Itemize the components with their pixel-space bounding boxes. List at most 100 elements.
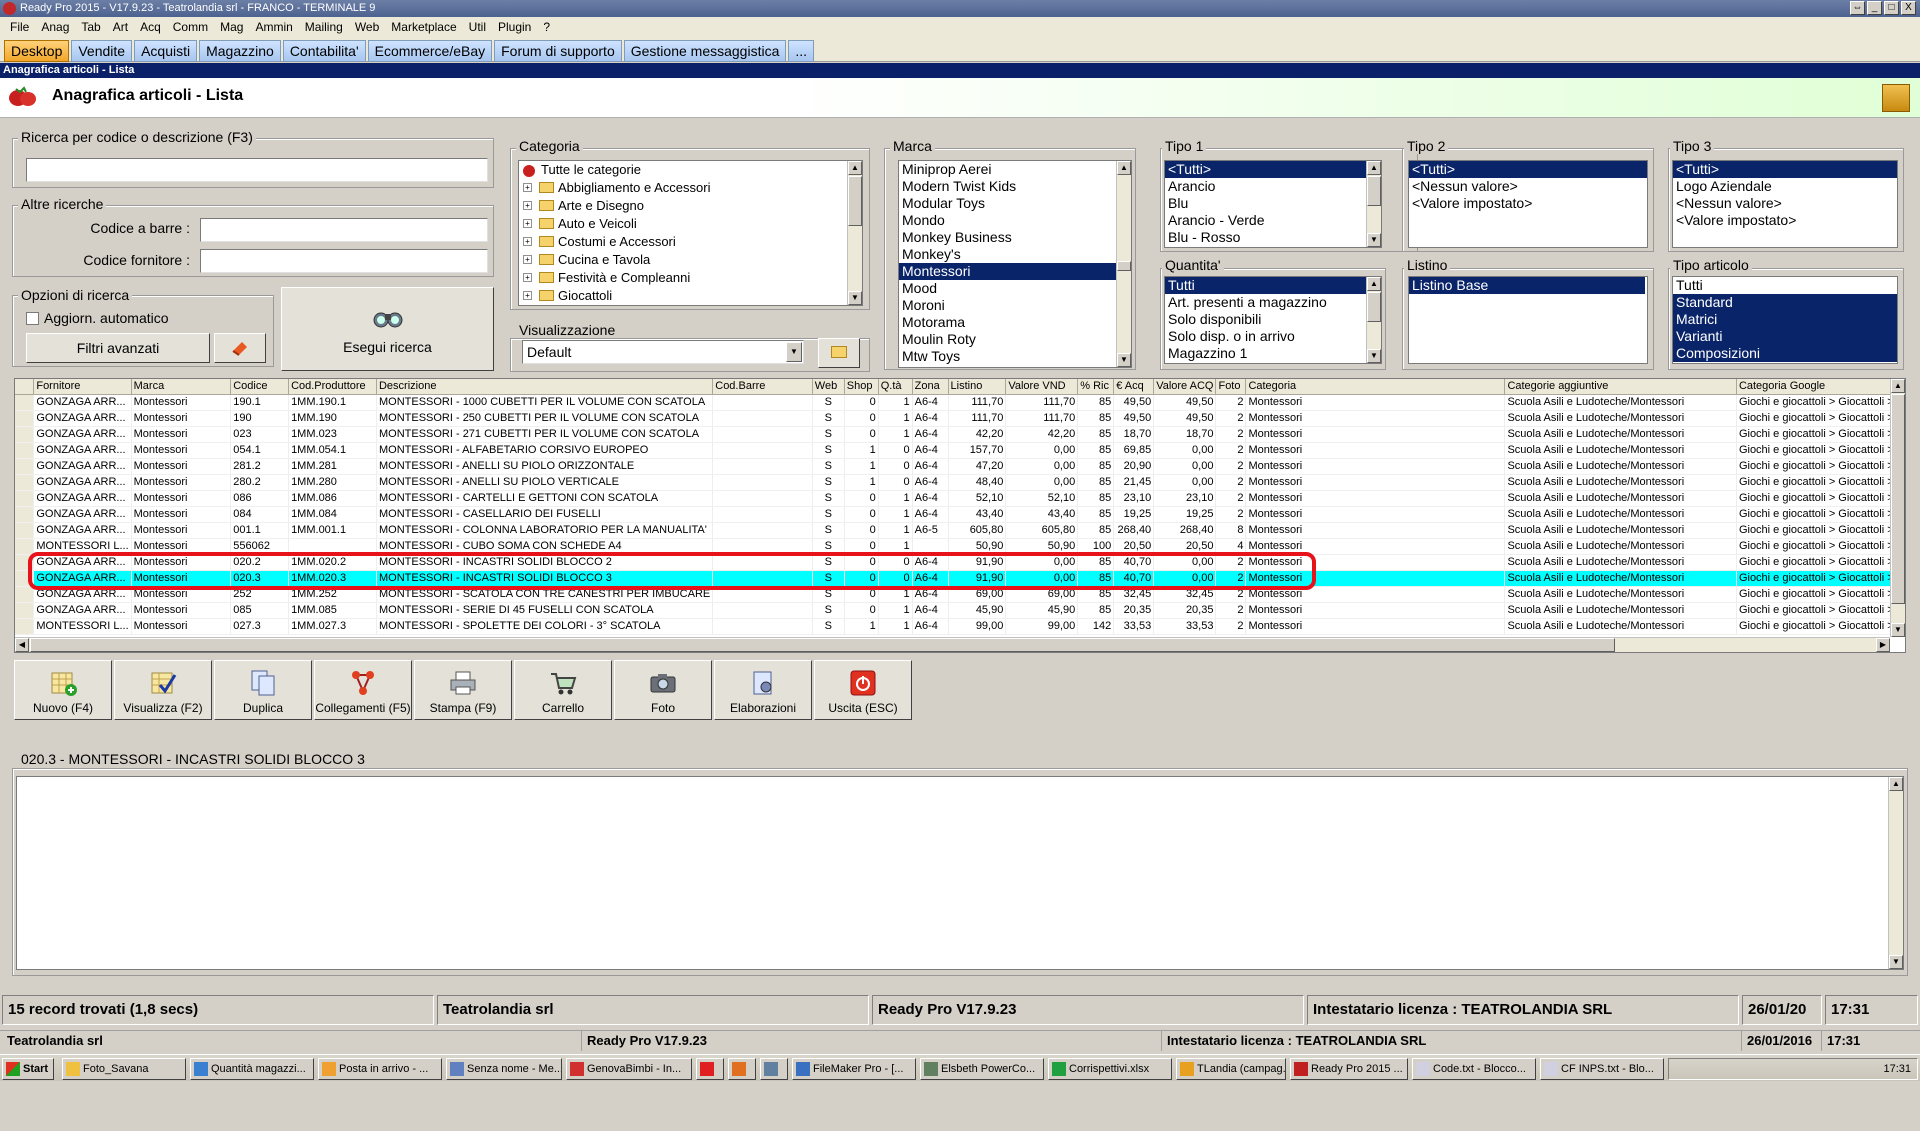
table-row[interactable]: GONZAGA ARR... Montessori 023 1MM.023 MONTES… <box>15 426 1905 443</box>
expand-icon[interactable]: + <box>523 183 532 192</box>
photo-button[interactable]: Foto <box>614 660 712 720</box>
list-item-selected[interactable]: Varianti <box>1673 328 1897 345</box>
view-select[interactable]: Default ▼ <box>522 340 804 364</box>
list-item[interactable]: Blu <box>1165 195 1381 212</box>
column-header[interactable]: Categoria Google <box>1736 379 1905 395</box>
scroll-down-icon[interactable]: ▼ <box>848 291 862 305</box>
open-view-button[interactable] <box>818 338 860 368</box>
column-header[interactable]: Fornitore <box>33 379 132 395</box>
row-indicator[interactable] <box>15 570 35 587</box>
type2-list[interactable]: <Tutti> <Nessun valore> <Valore impostat… <box>1408 160 1648 248</box>
item-type-list[interactable]: Tutti Standard Matrici Varianti Composiz… <box>1672 276 1898 364</box>
taskbar-item[interactable]: Quantità magazzi... <box>190 1058 314 1080</box>
row-indicator[interactable] <box>15 394 35 411</box>
menu-web[interactable]: Web <box>349 17 385 37</box>
articles-grid[interactable]: Fornitore Marca Codice Cod.Produttore Descri… <box>14 378 1906 653</box>
brand-scrollbar[interactable]: ▲ ▼ <box>1116 161 1131 367</box>
tree-item-all[interactable]: Tutte le categorie <box>519 161 862 179</box>
table-row[interactable]: GONZAGA ARR... Montessori 085 1MM.085 MONTES… <box>15 602 1905 619</box>
row-indicator[interactable] <box>15 410 35 427</box>
table-row[interactable]: GONZAGA ARR... Montessori 001.1 1MM.001.1 MO… <box>15 522 1905 539</box>
scroll-up-icon[interactable]: ▲ <box>1889 777 1903 791</box>
tree-item-category[interactable]: + Arte e Disegno <box>519 197 862 215</box>
tree-item-category[interactable]: + Abbigliamento e Accessori <box>519 179 862 197</box>
menu-tab[interactable]: Tab <box>75 17 106 37</box>
list-item-selected[interactable]: Listino Base <box>1409 277 1645 294</box>
scroll-thumb[interactable] <box>1891 394 1905 604</box>
column-header[interactable]: Categoria <box>1245 379 1506 395</box>
close-button[interactable]: X <box>1901 1 1916 15</box>
tab-vendite[interactable]: Vendite <box>71 40 133 62</box>
menu-marketplace[interactable]: Marketplace <box>385 17 462 37</box>
minimize-button[interactable]: _ <box>1867 1 1882 15</box>
pricelist-list[interactable]: Listino Base <box>1408 276 1648 364</box>
table-row[interactable]: GONZAGA ARR... Montessori 020.2 1MM.020.2 MO… <box>15 554 1905 571</box>
table-row[interactable]: GONZAGA ARR... Montessori 190.1 1MM.190.1 MO… <box>15 394 1905 411</box>
row-indicator[interactable] <box>15 458 35 475</box>
list-item[interactable]: Moroni <box>899 297 1131 314</box>
taskbar-item[interactable] <box>760 1058 788 1080</box>
expand-icon[interactable]: + <box>523 255 532 264</box>
row-indicator[interactable] <box>15 538 35 555</box>
new-button[interactable]: Nuovo (F4) <box>14 660 112 720</box>
quantity-scrollbar[interactable]: ▲ ▼ <box>1366 277 1381 363</box>
scroll-thumb[interactable] <box>848 176 862 226</box>
clear-filters-button[interactable] <box>214 333 266 363</box>
expand-icon[interactable]: + <box>523 237 532 246</box>
table-row[interactable]: GONZAGA ARR... Montessori 054.1 1MM.054.1 MO… <box>15 442 1905 459</box>
expand-icon[interactable]: + <box>523 273 532 282</box>
table-row[interactable]: GONZAGA ARR... Montessori 280.2 1MM.280 MONT… <box>15 474 1905 491</box>
supplier-code-input[interactable] <box>200 249 488 273</box>
quantity-list[interactable]: Tutti Art. presenti a magazzino Solo dis… <box>1164 276 1382 364</box>
menu-art[interactable]: Art <box>107 17 134 37</box>
tab-magazzino[interactable]: Magazzino <box>199 40 281 62</box>
restore-layout-button[interactable]: ⇔ <box>1850 1 1865 15</box>
taskbar-item[interactable]: Posta in arrivo - ... <box>318 1058 442 1080</box>
scroll-right-icon[interactable]: ▶ <box>1876 638 1890 652</box>
column-header[interactable]: Zona <box>912 379 949 395</box>
list-item-selected[interactable]: <Tutti> <box>1673 161 1897 178</box>
links-button[interactable]: Collegamenti (F5) <box>314 660 412 720</box>
table-row[interactable]: GONZAGA ARR... Montessori 020.3 1MM.020.3 MO… <box>15 570 1905 587</box>
auto-update-checkbox[interactable] <box>26 312 39 325</box>
maximize-button[interactable]: □ <box>1884 1 1899 15</box>
scroll-up-icon[interactable]: ▲ <box>848 161 862 175</box>
chevron-down-icon[interactable]: ▼ <box>786 342 802 362</box>
list-item-selected[interactable]: Standard <box>1673 294 1897 311</box>
detail-scrollbar[interactable]: ▲ ▼ <box>1888 777 1903 969</box>
tab-forum[interactable]: Forum di supporto <box>494 40 622 62</box>
list-item-selected[interactable]: Tutti <box>1165 277 1381 294</box>
table-row[interactable]: GONZAGA ARR... Montessori 086 1MM.086 MONTES… <box>15 490 1905 507</box>
execute-search-button[interactable]: Esegui ricerca <box>281 287 494 371</box>
tree-item-category[interactable]: + Giocattoli <box>519 287 862 305</box>
expand-icon[interactable]: + <box>523 219 532 228</box>
menu-util[interactable]: Util <box>463 17 492 37</box>
scroll-down-icon[interactable]: ▼ <box>1889 955 1903 969</box>
category-scrollbar[interactable]: ▲ ▼ <box>847 161 862 305</box>
column-header[interactable]: Cod.Produttore <box>288 379 377 395</box>
column-header[interactable]: Descrizione <box>376 379 714 395</box>
scroll-up-icon[interactable]: ▲ <box>1117 161 1131 175</box>
list-item[interactable]: Modular Toys <box>899 195 1131 212</box>
type1-scrollbar[interactable]: ▲ ▼ <box>1366 161 1381 247</box>
scroll-thumb[interactable] <box>1367 176 1381 206</box>
column-header[interactable]: € Acq <box>1113 379 1155 395</box>
scroll-up-icon[interactable]: ▲ <box>1367 277 1381 291</box>
menu-ammin[interactable]: Ammin <box>249 17 298 37</box>
table-row[interactable]: GONZAGA ARR... Montessori 190 1MM.190 MONTES… <box>15 410 1905 427</box>
duplicate-button[interactable]: Duplica <box>214 660 312 720</box>
tab-ecommerce[interactable]: Ecommerce/eBay <box>367 40 493 62</box>
scroll-thumb[interactable] <box>1117 261 1131 271</box>
scroll-left-icon[interactable]: ◀ <box>15 638 29 652</box>
processing-button[interactable]: Elaborazioni <box>714 660 812 720</box>
grid-vertical-scrollbar[interactable]: ▲ ▼ <box>1890 379 1905 637</box>
row-indicator[interactable] <box>15 490 35 507</box>
column-header[interactable]: % Ric <box>1077 379 1115 395</box>
cart-button[interactable]: Carrello <box>514 660 612 720</box>
column-header[interactable]: Shop <box>844 379 879 395</box>
list-item[interactable]: <Nessun valore> <box>1409 178 1647 195</box>
row-indicator[interactable] <box>15 506 35 523</box>
scroll-down-icon[interactable]: ▼ <box>1367 349 1381 363</box>
list-item[interactable]: Mood <box>899 280 1131 297</box>
row-indicator[interactable] <box>15 442 35 459</box>
